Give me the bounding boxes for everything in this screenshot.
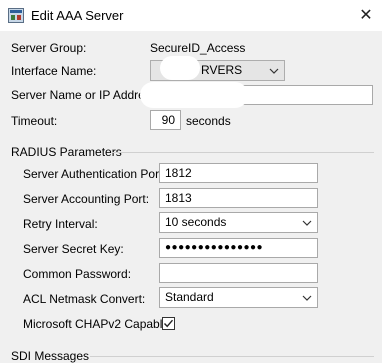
- close-icon[interactable]: ✕: [356, 5, 376, 25]
- acl-netmask-label: ACL Netmask Convert:: [23, 292, 146, 306]
- retry-interval-value: 10 seconds: [165, 215, 227, 229]
- acl-netmask-value: Standard: [165, 290, 214, 304]
- radius-group-title: RADIUS Parameters: [11, 145, 122, 159]
- chevron-down-icon: [300, 288, 314, 307]
- timeout-unit: seconds: [186, 114, 231, 128]
- acct-port-input[interactable]: 1813: [159, 188, 318, 208]
- interface-name-label: Interface Name:: [11, 64, 97, 78]
- checkmark-icon: [163, 319, 174, 328]
- redaction-blob: [140, 82, 248, 108]
- common-password-label: Common Password:: [23, 267, 132, 281]
- secret-key-input[interactable]: ●●●●●●●●●●●●●●●: [159, 238, 318, 258]
- common-password-input[interactable]: [159, 263, 318, 283]
- app-icon: [8, 8, 24, 23]
- auth-port-label: Server Authentication Port:: [23, 167, 166, 181]
- retry-interval-select[interactable]: 10 seconds: [159, 212, 318, 233]
- sdi-group-title: SDI Messages: [11, 349, 90, 363]
- timeout-label: Timeout:: [11, 114, 58, 128]
- secret-key-label: Server Secret Key:: [23, 242, 124, 256]
- chapv2-label: Microsoft CHAPv2 Capable:: [23, 317, 173, 331]
- chapv2-checkbox[interactable]: [162, 317, 175, 330]
- interface-name-value: RVERS: [201, 63, 243, 77]
- chevron-down-icon: [300, 213, 314, 232]
- acct-port-label: Server Accounting Port:: [23, 192, 150, 206]
- server-group-label: Server Group:: [11, 41, 87, 55]
- chevron-down-icon: [267, 61, 281, 80]
- timeout-input[interactable]: 90: [150, 110, 181, 130]
- window-title: Edit AAA Server: [31, 8, 124, 23]
- redaction-blob: [160, 56, 200, 80]
- server-group-value: SecureID_Access: [150, 41, 246, 55]
- acl-netmask-select[interactable]: Standard: [159, 287, 318, 308]
- retry-interval-label: Retry Interval:: [23, 217, 98, 231]
- group-divider: [112, 152, 374, 153]
- group-divider: [90, 356, 374, 357]
- server-name-label: Server Name or IP Address:: [11, 88, 161, 102]
- auth-port-input[interactable]: 1812: [159, 163, 318, 183]
